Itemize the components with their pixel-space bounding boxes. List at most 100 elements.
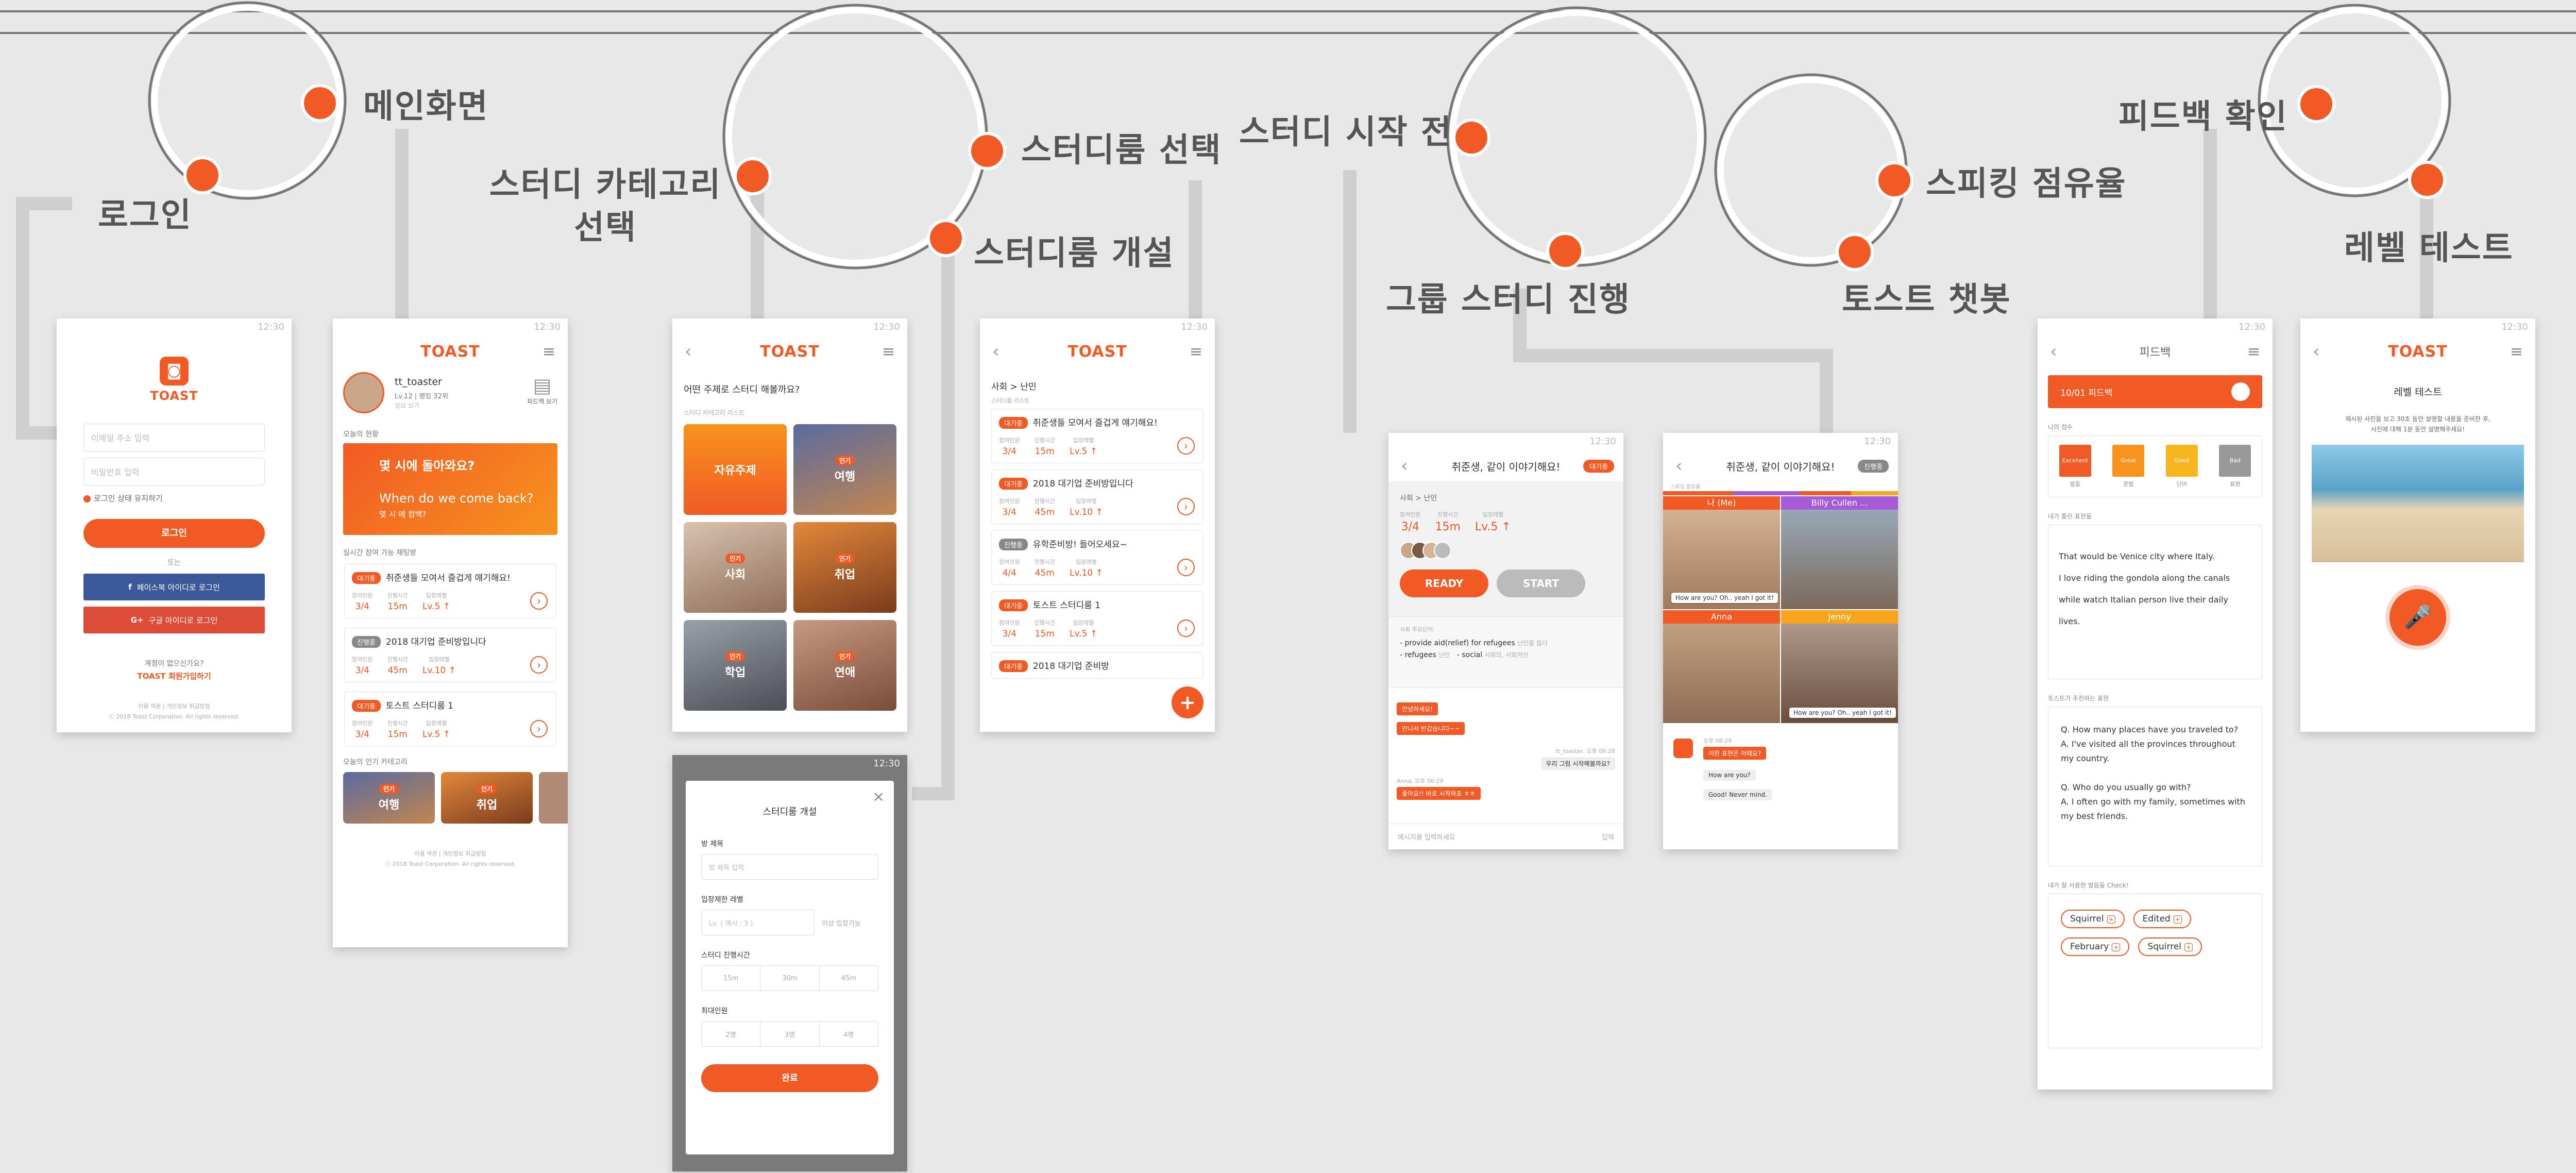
room-status-tag: 진행중 — [352, 636, 381, 648]
status-bar: 12:30 — [534, 322, 561, 332]
time-option-30[interactable]: 30m — [760, 966, 819, 991]
room-card[interactable]: 대기중 취준생들 모여서 즐겁게 얘기해요! 참여인원 3/4 진행시간 15m 입장레벨 L… — [344, 564, 556, 618]
label-level-test: 레벨 테스트 — [2344, 229, 2514, 267]
status-bar: 12:30 — [873, 758, 900, 769]
time-option-45[interactable]: 45m — [819, 966, 878, 991]
bot-message: Good! Never mind. — [1703, 789, 1772, 800]
ready-button[interactable]: READY — [1400, 569, 1488, 597]
room-title: 토스트 스터디룸 1 — [1032, 600, 1100, 611]
member-option-3[interactable]: 3명 — [760, 1021, 819, 1046]
back-icon[interactable]: ‹ — [992, 341, 999, 362]
hamburger-menu-icon[interactable]: ≡ — [543, 343, 555, 361]
room-card[interactable]: 진행중 2018 대기업 준비방입니다 참여인원 3/4 진행시간 45m 입장레벨 Lv.1… — [344, 628, 556, 682]
avatar[interactable] — [343, 372, 384, 413]
popular-tile-more[interactable] — [539, 772, 568, 824]
live-room-list: 대기중 취준생들 모여서 즐겁게 얘기해요! 참여인원 3/4 진행시간 15m 입장레벨 L… — [333, 564, 568, 746]
status-bar: 12:30 — [873, 322, 900, 332]
start-button[interactable]: START — [1497, 569, 1585, 597]
enter-room-icon[interactable]: › — [1177, 437, 1195, 455]
chat-input[interactable]: 메시지를 입력하세요 — [1398, 832, 1602, 842]
room-stats: 참여인원 3/4 진행시간 15m 입장레벨 Lv.5 ↑ — [352, 720, 451, 740]
word-chip[interactable]: Squirrel + — [2138, 937, 2202, 956]
room-card[interactable]: 대기중 2018 대기업 준비방입니다 참여인원 3/4 진행시간 45m 입장레벨 Lv.1… — [991, 470, 1204, 524]
enter-room-icon[interactable]: › — [1177, 619, 1195, 637]
status-bar: 12:30 — [1589, 436, 1616, 447]
video-tile-anna[interactable]: Anna — [1663, 610, 1780, 723]
time-option-15[interactable]: 15m — [702, 966, 760, 991]
hamburger-menu-icon[interactable]: ≡ — [2247, 343, 2260, 361]
room-name-input[interactable]: 방 제목 입력 — [701, 854, 878, 880]
room-card[interactable]: 대기중 2018 대기업 준비방 — [991, 652, 1204, 679]
password-field[interactable]: 비밀번호 입력 — [83, 458, 265, 485]
today-banner[interactable]: 몇 시에 돌아와요? When do we come back? 몇 시 에 컴… — [343, 443, 557, 535]
enter-room-icon[interactable]: › — [1177, 498, 1195, 515]
room-card[interactable]: 대기중 토스트 스터디룸 1 참여인원 3/4 진행시간 15m 입장레벨 Lv.5 ↑ › — [991, 591, 1204, 646]
category-tile[interactable]: 인기 학업 — [684, 620, 787, 711]
participant-avatars — [1400, 542, 1612, 561]
score-item: Excellent 발음 — [2059, 445, 2091, 488]
category-tile[interactable]: 자유주제 — [684, 424, 787, 515]
word-chip[interactable]: Squirrel + — [2061, 910, 2125, 928]
room-status-tag: 진행중 — [999, 539, 1028, 550]
back-icon[interactable]: ‹ — [1675, 456, 1683, 476]
back-icon[interactable]: ‹ — [2313, 341, 2320, 362]
video-tile-me[interactable]: 나 (Me) How are you? Oh.. yeah I got it! — [1663, 496, 1780, 609]
category-tile[interactable]: 인기 사회 — [684, 522, 787, 613]
feedback-date-bar[interactable]: 10/01 피드백 — [2048, 375, 2262, 408]
email-field[interactable]: 이메일 주소 입력 — [83, 424, 265, 451]
feedback-shortcut[interactable]: ▤ 피드백 보기 — [527, 374, 557, 406]
app-header: ‹ TOAST ≡ — [672, 336, 907, 367]
popular-tile-travel[interactable]: 인기 여행 — [343, 772, 435, 824]
google-login-button[interactable]: G+ 구글 아이디로 로그인 — [83, 607, 265, 633]
member-option-2[interactable]: 2명 — [702, 1021, 760, 1046]
share-segment — [1733, 491, 1800, 495]
microphone-button[interactable]: 🎤 — [2389, 589, 2446, 646]
keep-login-checkbox[interactable]: 로그인 상태 유지하기 — [83, 493, 265, 504]
avatar — [1434, 542, 1451, 559]
word-chip[interactable]: February + — [2061, 937, 2130, 956]
room-card[interactable]: 대기중 취준생들 모여서 즐겁게 얘기해요! 참여인원 3/4 진행시간 15m 입장레벨 L… — [991, 409, 1204, 463]
facebook-login-button[interactable]: f 페이스북 아이디로 로그인 — [83, 574, 265, 600]
add-room-fab[interactable]: + — [1172, 686, 1204, 718]
back-icon[interactable]: ‹ — [685, 341, 692, 362]
room-card[interactable]: 진행중 유학준비방! 들어오세요~ 참여인원 4/4 진행시간 45m 입장레벨 Lv.10 … — [991, 530, 1204, 585]
room-status-badge: 진행중 — [1858, 459, 1889, 473]
room-title: 취준생, 같이 이야기해요! — [1726, 460, 1835, 473]
video-tile-billy[interactable]: Billy Cullen ... — [1781, 496, 1898, 609]
category-screen: 12:30 ‹ TOAST ≡ 어떤 주제로 스터디 해볼까요? 스터디 카테고… — [672, 319, 907, 732]
chat-message: 우리 그럼 시작해볼까요? — [1540, 757, 1615, 770]
login-button[interactable]: 로그인 — [83, 519, 265, 548]
share-segment — [1663, 491, 1734, 495]
popular-category-carousel[interactable]: 인기 여행 인기 취업 — [343, 772, 568, 824]
hamburger-menu-icon[interactable]: ≡ — [1190, 343, 1202, 361]
back-icon[interactable]: ‹ — [1401, 456, 1408, 476]
level-input[interactable]: Lv. ( 예시 : 3 ) — [701, 910, 815, 935]
dialog-title: 스터디룸 개설 — [762, 807, 817, 817]
submit-button[interactable]: 완료 — [701, 1064, 878, 1092]
signup-link[interactable]: TOAST 회원가입하기 — [57, 671, 292, 681]
category-tile[interactable]: 인기 여행 — [793, 424, 896, 515]
terms-links[interactable]: 이용 약관 | 개인정보 취급방침 — [333, 849, 568, 858]
enter-room-icon[interactable]: › — [1177, 559, 1195, 576]
toast-logo: TOAST — [2388, 342, 2448, 361]
room-title: 2018 대기업 준비방 — [1032, 661, 1109, 672]
enter-room-icon[interactable]: › — [530, 720, 548, 738]
room-card[interactable]: 대기중 토스트 스터디룸 1 참여인원 3/4 진행시간 15m 입장레벨 Lv.5 ↑ › — [344, 692, 556, 746]
word-chip[interactable]: Edited + — [2133, 910, 2191, 928]
close-icon[interactable]: × — [873, 788, 885, 805]
video-tile-jenny[interactable]: Jenny How are you? Oh.. yeah I got it! — [1781, 610, 1898, 723]
hamburger-menu-icon[interactable]: ≡ — [882, 343, 895, 361]
enter-room-icon[interactable]: › — [530, 656, 548, 674]
category-tile[interactable]: 인기 연애 — [793, 620, 896, 711]
hamburger-menu-icon[interactable]: ≡ — [2510, 343, 2523, 361]
popular-tile-job[interactable]: 인기 취업 — [441, 772, 533, 824]
terms-links[interactable]: 이용 약관 | 개인정보 취급방침 — [57, 702, 292, 710]
speaking-share-bar — [1663, 491, 1898, 495]
video-grid: 나 (Me) How are you? Oh.. yeah I got it! … — [1663, 496, 1898, 723]
user-info-link[interactable]: 정보 보기 — [395, 401, 419, 410]
member-option-4[interactable]: 4명 — [819, 1021, 878, 1046]
send-button[interactable]: 입력 — [1602, 832, 1614, 842]
enter-room-icon[interactable]: › — [530, 592, 548, 610]
category-tile[interactable]: 인기 취업 — [793, 522, 896, 613]
back-icon[interactable]: ‹ — [2050, 341, 2057, 362]
